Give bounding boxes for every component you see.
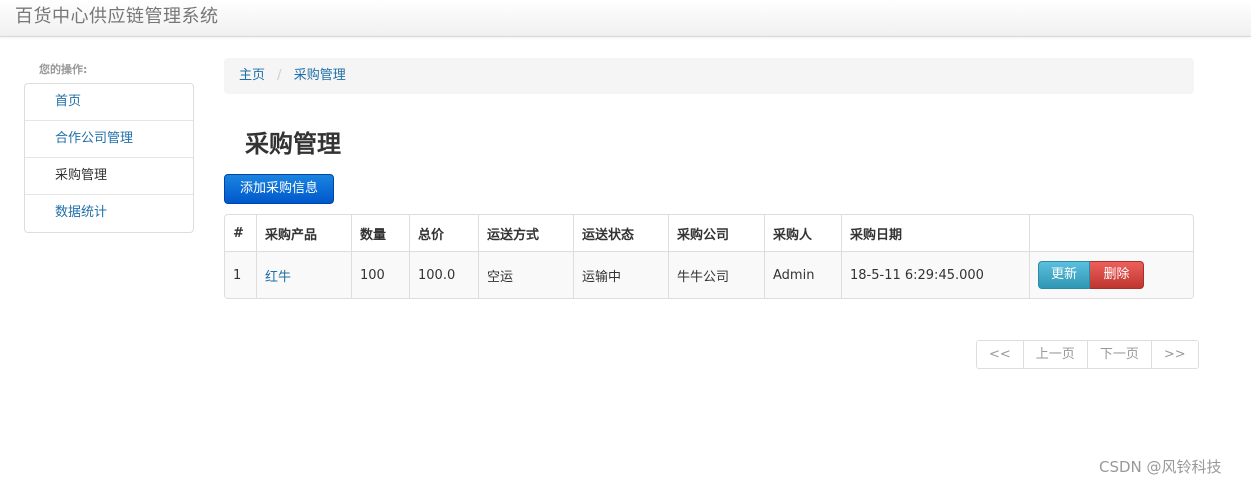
delete-button[interactable]: 删除 [1090,261,1144,289]
column-header-shipping-status: 运送状态 [573,215,669,252]
first-page-button[interactable]: << [977,341,1023,368]
column-header-index: # [225,215,257,252]
page-title: 采购管理 [245,130,341,158]
breadcrumb-separator: / [277,68,282,83]
cell-index: 1 [225,251,257,298]
sidebar-item-partner-companies[interactable]: 合作公司管理 [25,121,193,158]
pagination: << 上一页 下一页 >> [976,340,1199,369]
sidebar-item-label: 采购管理 [55,168,108,183]
action-button-group: 更新 删除 [1038,261,1144,289]
sidebar-item-label: 数据统计 [55,205,108,220]
column-header-quantity: 数量 [351,215,410,252]
sidebar-item-home[interactable]: 首页 [25,84,193,121]
sidebar-header: 您的操作: [39,63,88,76]
column-header-company: 采购公司 [668,215,765,252]
breadcrumb-home-link[interactable]: 主页 [239,68,265,83]
sidebar-item-label: 合作公司管理 [55,131,134,146]
sidebar-item-label: 首页 [55,94,82,109]
column-header-date: 采购日期 [841,215,1030,252]
top-navbar: 百货中心供应链管理系统 [0,0,1251,37]
purchase-table: # 采购产品 数量 总价 运送方式 运送状态 采购公司 采购人 采购日期 1 红… [224,214,1194,299]
cell-date: 18-5-11 6:29:45.000 [841,251,1030,298]
column-header-total: 总价 [409,215,479,252]
product-link[interactable]: 红牛 [265,270,291,285]
breadcrumb-current-link[interactable]: 采购管理 [294,68,346,83]
breadcrumb: 主页 / 采购管理 [224,58,1194,94]
column-header-shipping-method: 运送方式 [478,215,574,252]
cell-total: 100.0 [409,251,479,298]
update-button[interactable]: 更新 [1038,261,1090,289]
sidebar-item-statistics[interactable]: 数据统计 [25,195,193,232]
cell-company: 牛牛公司 [668,251,765,298]
app-brand[interactable]: 百货中心供应链管理系统 [15,6,219,28]
cell-shipping-status: 运输中 [573,251,669,298]
watermark: CSDN @风铃科技 [1099,458,1222,476]
sidebar-item-purchase-management[interactable]: 采购管理 [25,158,193,195]
add-purchase-button[interactable]: 添加采购信息 [224,174,334,204]
last-page-button[interactable]: >> [1150,341,1198,368]
cell-shipping-method: 空运 [478,251,574,298]
table-row: 1 红牛 100 100.0 空运 运输中 牛牛公司 Admin 18-5-11… [225,251,1193,298]
cell-actions: 更新 删除 [1029,251,1193,298]
cell-product: 红牛 [256,251,352,298]
table-header-row: # 采购产品 数量 总价 运送方式 运送状态 采购公司 采购人 采购日期 [225,215,1193,252]
column-header-product: 采购产品 [256,215,352,252]
cell-quantity: 100 [351,251,410,298]
column-header-actions [1029,215,1193,252]
cell-buyer: Admin [764,251,842,298]
prev-page-button[interactable]: 上一页 [1022,341,1087,368]
next-page-button[interactable]: 下一页 [1086,341,1151,368]
sidebar-nav: 首页 合作公司管理 采购管理 数据统计 [24,83,194,233]
column-header-buyer: 采购人 [764,215,842,252]
